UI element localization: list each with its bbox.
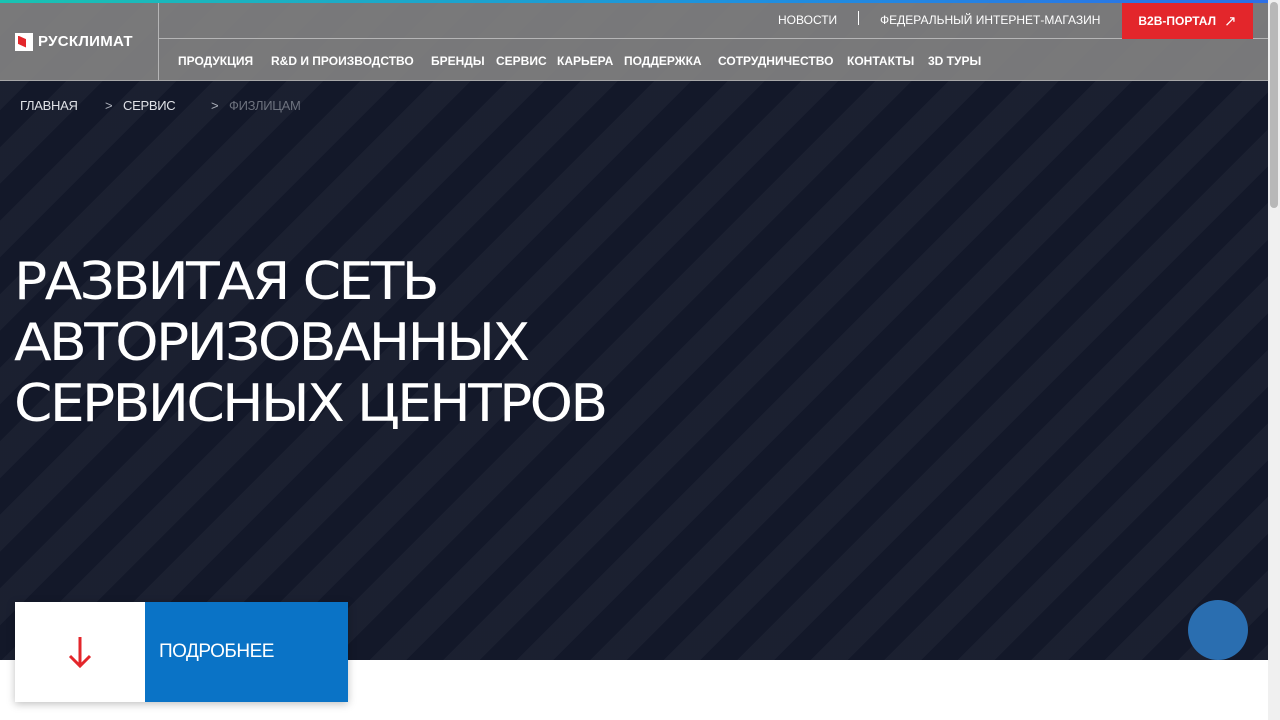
headline-line: РАЗВИТАЯ СЕТЬ xyxy=(14,252,440,312)
nav-item-service[interactable]: СЕРВИС xyxy=(496,54,547,68)
nav-item-career[interactable]: КАРЬЕРА xyxy=(557,54,613,68)
nav-item-contacts[interactable]: КОНТАКТЫ xyxy=(847,54,914,68)
nav-item-rnd[interactable]: R&D И ПРОИЗВОДСТВО xyxy=(271,54,414,68)
util-link-news[interactable]: НОВОСТИ xyxy=(778,13,837,27)
hero-headline: РАЗВИТАЯ СЕТЬ АВТОРИЗОВАННЫХ СЕРВИСНЫХ Ц… xyxy=(14,252,862,435)
breadcrumb: ГЛАВНАЯ > СЕРВИС > ФИЗЛИЦАМ xyxy=(0,98,400,118)
nav-item-cooperation[interactable]: СОТРУДНИЧЕСТВО xyxy=(718,54,833,68)
chat-bubble-icon[interactable] xyxy=(1188,600,1248,660)
b2b-portal-label: B2B-ПОРТАЛ xyxy=(1138,14,1217,28)
logo-link[interactable]: РУСКЛИМАТ xyxy=(0,3,159,80)
headline-line: СЕРВИСНЫХ ЦЕНТРОВ xyxy=(14,374,608,434)
breadcrumb-current: ФИЗЛИЦАМ xyxy=(229,98,301,113)
breadcrumb-separator: > xyxy=(105,98,113,113)
top-accent-bar xyxy=(0,0,1268,3)
nav-item-brands[interactable]: БРЕНДЫ xyxy=(431,54,485,68)
scroll-down-icon-cell[interactable] xyxy=(15,602,145,702)
arrow-down-icon xyxy=(68,637,92,669)
breadcrumb-home[interactable]: ГЛАВНАЯ xyxy=(20,98,78,113)
nav-item-3d-tours[interactable]: 3D ТУРЫ xyxy=(928,54,981,68)
headline-line: АВТОРИЗОВАННЫХ xyxy=(14,313,530,373)
logo-text: РУСКЛИМАТ xyxy=(38,33,133,50)
arrow-up-right-icon: ↗ xyxy=(1224,12,1237,30)
breadcrumb-separator: > xyxy=(211,98,219,113)
nav-item-products[interactable]: ПРОДУКЦИЯ xyxy=(178,54,253,68)
nav-item-support[interactable]: ПОДДЕРЖКА xyxy=(624,54,702,68)
details-card: ПОДРОБНЕЕ xyxy=(15,602,348,702)
util-link-shop[interactable]: ФЕДЕРАЛЬНЫЙ ИНТЕРНЕТ-МАГАЗИН xyxy=(880,13,1100,27)
page-scrollbar[interactable] xyxy=(1268,0,1280,720)
utility-nav: НОВОСТИ ФЕДЕРАЛЬНЫЙ ИНТЕРНЕТ-МАГАЗИН B2B… xyxy=(159,3,1268,39)
scrollbar-thumb[interactable] xyxy=(1270,2,1278,208)
page: РУСКЛИМАТ НОВОСТИ ФЕДЕРАЛЬНЫЙ ИНТЕРНЕТ-М… xyxy=(0,0,1268,720)
b2b-portal-button[interactable]: B2B-ПОРТАЛ ↗ xyxy=(1122,3,1253,39)
details-button[interactable]: ПОДРОБНЕЕ xyxy=(145,602,348,702)
main-nav: ПРОДУКЦИЯ R&D И ПРОИЗВОДСТВО БРЕНДЫ СЕРВ… xyxy=(159,40,1268,80)
breadcrumb-service[interactable]: СЕРВИС xyxy=(123,98,176,113)
logo-icon xyxy=(15,32,33,51)
util-divider xyxy=(858,11,859,25)
site-header: РУСКЛИМАТ НОВОСТИ ФЕДЕРАЛЬНЫЙ ИНТЕРНЕТ-М… xyxy=(0,3,1268,81)
